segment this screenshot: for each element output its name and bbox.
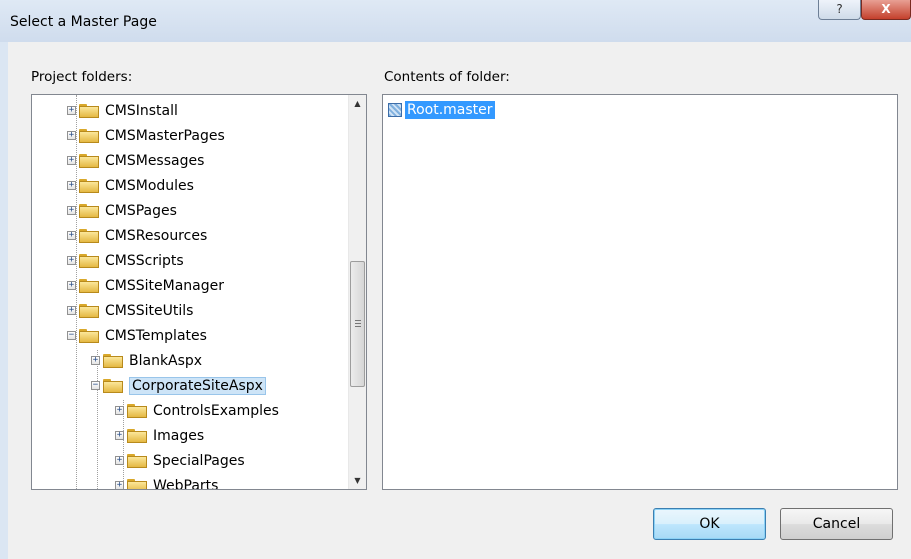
project-folders-tree[interactable]: + CMSInstall + CMSMasterPages + CMSMessages + C… [31, 94, 367, 490]
help-icon: ? [836, 2, 843, 16]
tree-item-label: CMSSiteUtils [105, 302, 194, 319]
folder-icon [79, 278, 99, 293]
window-title: Select a Master Page [10, 14, 157, 30]
tree-item-label: SpecialPages [153, 452, 245, 469]
folder-icon [79, 203, 99, 218]
expander-icon[interactable]: + [67, 156, 76, 165]
tree-item[interactable]: + CMSPages [67, 198, 177, 223]
tree-item[interactable]: + CMSScripts [67, 248, 184, 273]
tree-item-label: CMSTemplates [105, 327, 207, 344]
folder-icon [79, 303, 99, 318]
tree-item[interactable]: + CMSMasterPages [67, 123, 225, 148]
tree-item[interactable]: + CMSSiteUtils [67, 298, 193, 323]
expander-icon[interactable]: + [67, 181, 76, 190]
expander-icon[interactable]: + [67, 256, 76, 265]
tree-item[interactable]: − CorporateSiteAspx [91, 373, 266, 398]
scroll-down-arrow-icon[interactable]: ▼ [349, 472, 366, 489]
expander-icon[interactable]: + [115, 406, 124, 415]
tree-item[interactable]: + Images [115, 423, 204, 448]
tree-item[interactable]: − CMSTemplates [67, 323, 207, 348]
expander-icon[interactable]: + [91, 356, 100, 365]
file-name: Root.master [405, 101, 495, 119]
tree-item[interactable]: + BlankAspx [91, 348, 202, 373]
title-bar: Select a Master Page ? X [0, 0, 911, 42]
close-icon: X [881, 2, 891, 16]
folder-icon [79, 103, 99, 118]
tree-scrollbar[interactable]: ▲ ▼ [348, 95, 366, 489]
window-frame-edge [0, 42, 8, 559]
expander-icon[interactable]: + [67, 131, 76, 140]
expander-icon[interactable]: + [115, 431, 124, 440]
expander-icon[interactable]: − [91, 381, 100, 390]
master-page-file-icon [388, 103, 402, 117]
folder-icon [79, 128, 99, 143]
tree-item[interactable]: + CMSSiteManager [67, 273, 224, 298]
expander-icon[interactable]: + [115, 481, 124, 489]
folder-icon [103, 353, 123, 368]
cancel-button[interactable]: Cancel [780, 508, 893, 540]
folder-icon [127, 428, 147, 443]
tree-item-label: CMSModules [105, 177, 194, 194]
tree-item[interactable]: + WebParts [115, 473, 219, 490]
folder-icon [79, 153, 99, 168]
tree-item[interactable]: + CMSResources [67, 223, 207, 248]
tree-item-label: BlankAspx [129, 352, 203, 369]
tree-item[interactable]: + SpecialPages [115, 448, 245, 473]
grip-icon [355, 320, 361, 327]
tree-item-label: Images [153, 427, 205, 444]
expander-icon[interactable]: + [67, 281, 76, 290]
tree-item-label: CMSInstall [105, 102, 178, 119]
folder-icon [103, 378, 123, 393]
tree-item-label: ControlsExamples [153, 402, 279, 419]
folder-icon [79, 328, 99, 343]
scroll-thumb[interactable] [350, 261, 365, 387]
tree-item[interactable]: + CMSInstall [67, 98, 178, 123]
tree-item-label: CorporateSiteAspx [129, 376, 266, 395]
tree-item[interactable]: + CMSModules [67, 173, 194, 198]
expander-icon[interactable]: + [67, 306, 76, 315]
contents-of-folder-label: Contents of folder: [384, 69, 510, 85]
tree-item-label: CMSMessages [105, 152, 205, 169]
tree-item-label: WebParts [153, 477, 219, 490]
expander-icon[interactable]: − [67, 331, 76, 340]
folder-icon [79, 178, 99, 193]
tree-item-label: CMSMasterPages [105, 127, 225, 144]
project-folders-label: Project folders: [31, 69, 133, 85]
folder-icon [127, 403, 147, 418]
expander-icon[interactable]: + [67, 106, 76, 115]
tree-item[interactable]: + CMSMessages [67, 148, 204, 173]
close-button[interactable]: X [861, 0, 911, 20]
folder-icon [79, 228, 99, 243]
folder-icon [127, 478, 147, 489]
tree-item-label: CMSResources [105, 227, 208, 244]
folder-icon [127, 453, 147, 468]
tree-item-label: CMSPages [105, 202, 177, 219]
scroll-up-arrow-icon[interactable]: ▲ [349, 95, 366, 112]
ok-button[interactable]: OK [653, 508, 766, 540]
expander-icon[interactable]: + [115, 456, 124, 465]
tree-item[interactable]: + ControlsExamples [115, 398, 279, 423]
folder-icon [79, 253, 99, 268]
tree-item-label: CMSSiteManager [105, 277, 224, 294]
expander-icon[interactable]: + [67, 231, 76, 240]
list-item[interactable]: Root.master [388, 101, 495, 119]
help-button[interactable]: ? [818, 0, 861, 20]
tree-item-label: CMSScripts [105, 252, 184, 269]
expander-icon[interactable]: + [67, 206, 76, 215]
folder-contents-list[interactable]: Root.master [382, 94, 898, 490]
